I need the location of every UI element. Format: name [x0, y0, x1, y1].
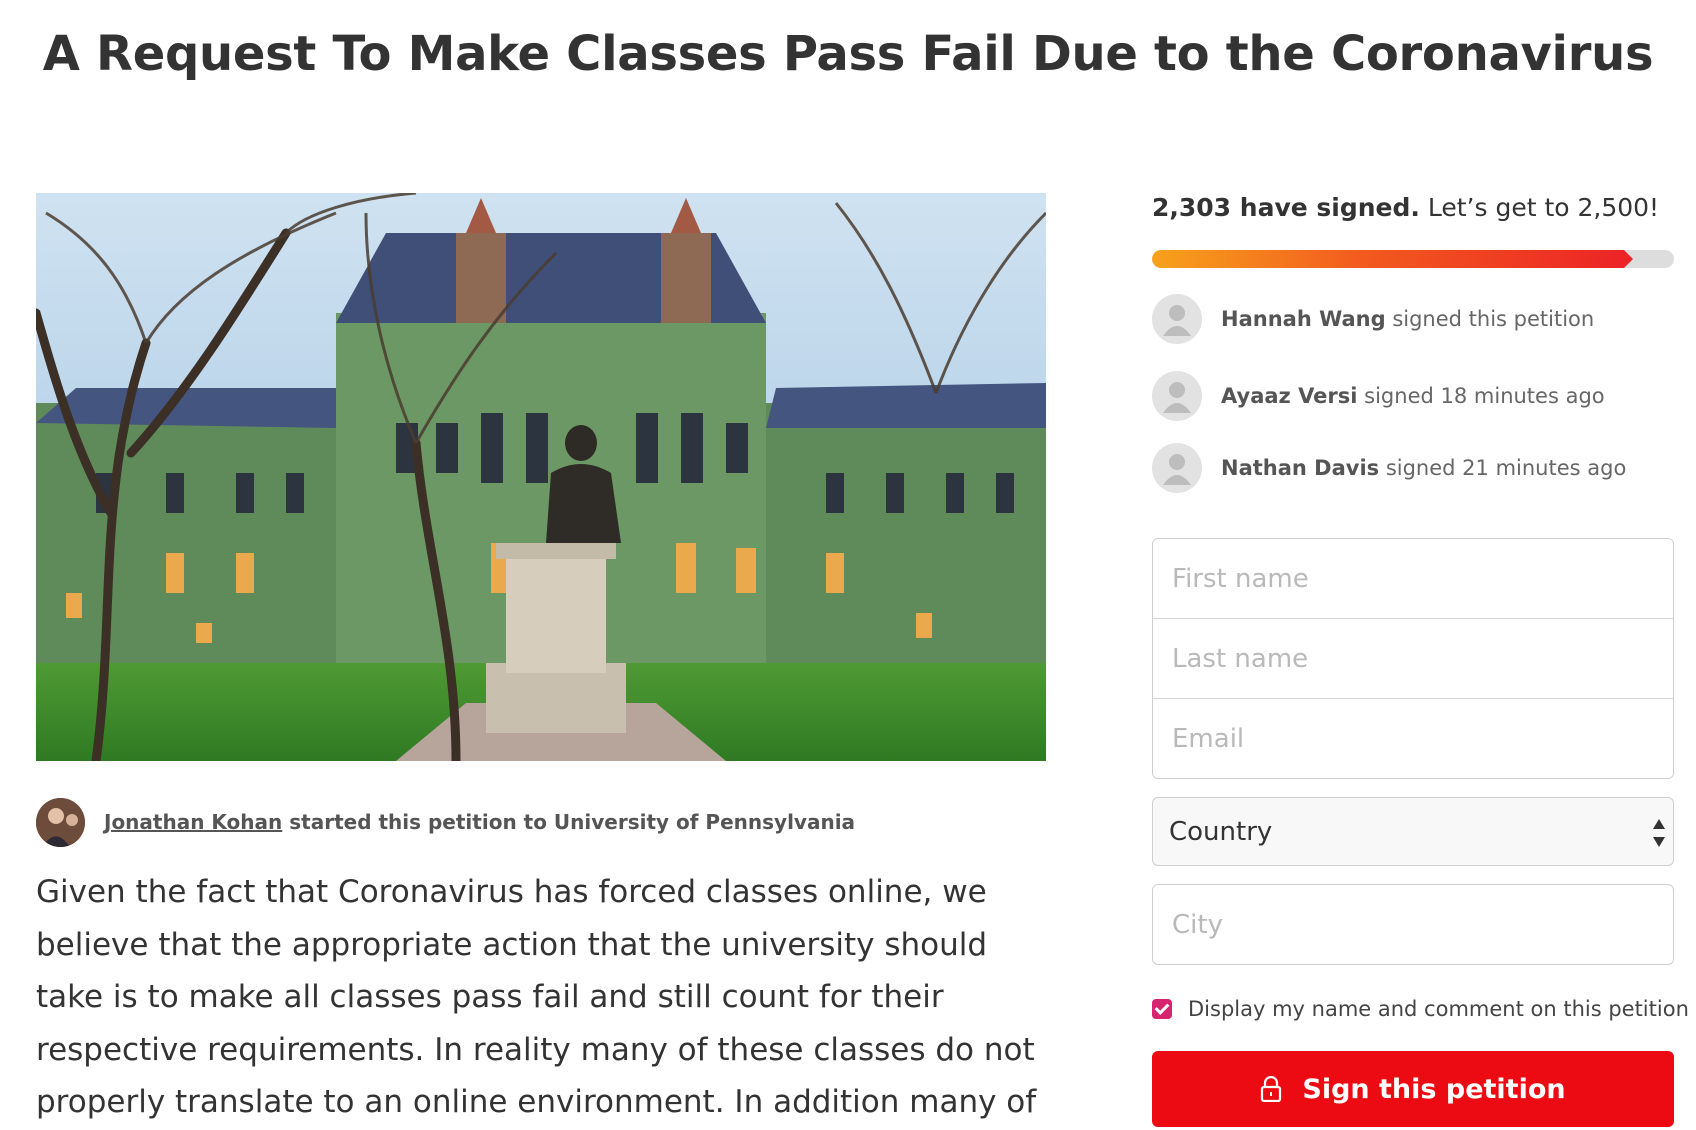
up-down-arrows-icon: [1653, 819, 1665, 847]
recent-signer: Ayaaz Versi signed 18 minutes ago: [1152, 370, 1605, 422]
progress-bar: [1152, 250, 1674, 268]
signer-text: Ayaaz Versi signed 18 minutes ago: [1221, 384, 1605, 408]
first-name-field[interactable]: [1153, 539, 1673, 619]
petition-starter: Jonathan Kohan started this petition to …: [36, 797, 1046, 847]
email-field[interactable]: [1153, 699, 1673, 778]
last-name-field[interactable]: [1153, 619, 1673, 699]
petition-body: Given the fact that Coronavirus has forc…: [36, 874, 1037, 1120]
progress-text: 2,303 have signed. Let’s get to 2,500!: [1152, 193, 1674, 222]
person-silhouette-icon: [1152, 294, 1202, 344]
signer-name: Ayaaz Versi: [1221, 384, 1358, 408]
petition-photo: [36, 193, 1046, 761]
signed-count: 2,303 have signed.: [1152, 193, 1420, 222]
recent-signer: Nathan Davis signed 21 minutes ago: [1152, 442, 1626, 494]
signer-text: Hannah Wang signed this petition: [1221, 307, 1594, 331]
starter-text: Jonathan Kohan started this petition to …: [104, 810, 855, 834]
country-select[interactable]: Country: [1152, 797, 1674, 866]
sign-petition-button[interactable]: Sign this petition: [1152, 1051, 1674, 1127]
starter-avatar[interactable]: [36, 797, 85, 847]
starter-target: started this petition to University of P…: [282, 810, 856, 834]
display-name-checkbox[interactable]: [1152, 999, 1172, 1019]
signature-panel: 2,303 have signed. Let’s get to 2,500! H…: [1152, 193, 1689, 1127]
person-silhouette-icon: [1152, 443, 1202, 493]
signer-name: Nathan Davis: [1221, 456, 1380, 480]
lock-icon: [1261, 1076, 1282, 1102]
progress-fill: [1152, 250, 1633, 268]
city-field[interactable]: [1152, 884, 1674, 965]
person-silhouette-icon: [1152, 371, 1202, 421]
display-name-option: Display my name and comment on this peti…: [1152, 996, 1689, 1022]
signature-fields: [1152, 538, 1674, 779]
signer-action: signed 18 minutes ago: [1357, 384, 1605, 408]
country-value: Country: [1169, 816, 1273, 847]
goal-text: Let’s get to 2,500!: [1419, 193, 1660, 222]
recent-signer: Hannah Wang signed this petition: [1152, 293, 1594, 345]
starter-name-link[interactable]: Jonathan Kohan: [104, 810, 282, 834]
sign-petition-label: Sign this petition: [1302, 1073, 1566, 1105]
signer-text: Nathan Davis signed 21 minutes ago: [1221, 456, 1626, 480]
signer-name: Hannah Wang: [1221, 307, 1386, 331]
signer-action: signed this petition: [1385, 307, 1595, 331]
display-name-label[interactable]: Display my name and comment on this peti…: [1188, 997, 1689, 1021]
page-title: A Request To Make Classes Pass Fail Due …: [42, 26, 1654, 82]
signer-action: signed 21 minutes ago: [1379, 456, 1627, 480]
